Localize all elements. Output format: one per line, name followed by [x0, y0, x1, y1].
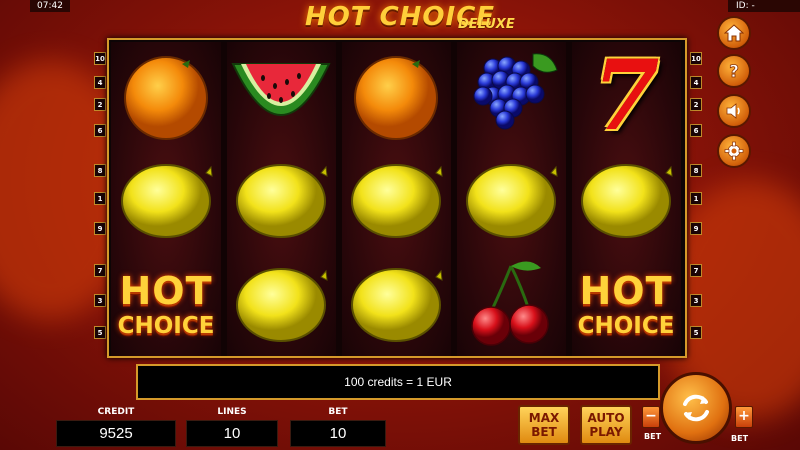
lines-value: 10 — [186, 420, 278, 447]
payline-1-indicator[interactable]: 1 — [94, 192, 106, 205]
info-bar: 100 credits = 1 EUR — [136, 364, 660, 400]
reel-separator — [336, 42, 342, 356]
logo-subtitle: DELUXE — [458, 17, 515, 32]
lines-label: LINES — [217, 407, 247, 417]
max-bet-line2: BET — [531, 425, 557, 439]
home-button[interactable] — [717, 16, 751, 50]
payline-6-indicator[interactable]: 6 — [690, 124, 702, 137]
payline-10-indicator[interactable]: 10 — [690, 52, 702, 65]
bet-minus-button[interactable]: − — [642, 406, 660, 428]
spin-button[interactable] — [660, 372, 732, 444]
session-id: ID: - — [728, 0, 800, 12]
help-icon: ? — [729, 62, 740, 81]
payline-indicators-right: 10 4 2 6 8 1 9 7 3 5 — [690, 40, 704, 356]
payline-9-indicator[interactable]: 9 — [690, 222, 702, 235]
lemon-symbol — [341, 148, 451, 252]
bet-value: 10 — [290, 420, 386, 447]
hot-choice-line1: HOT — [119, 269, 213, 313]
orange-symbol — [111, 44, 221, 148]
payline-8-indicator[interactable]: 8 — [94, 164, 106, 177]
payline-3-indicator[interactable]: 3 — [94, 294, 106, 307]
payline-7-indicator[interactable]: 7 — [94, 264, 106, 277]
grapes-symbol — [456, 44, 566, 148]
reel-separator — [566, 42, 572, 356]
reel-separator — [221, 42, 227, 356]
reel-5: 7 HOT CHOICE — [571, 42, 681, 356]
payline-4-indicator[interactable]: 4 — [94, 76, 106, 89]
sound-icon — [726, 103, 740, 119]
payline-2-indicator[interactable]: 2 — [94, 98, 106, 111]
svg-text:?: ? — [729, 62, 739, 81]
lemon-symbol — [571, 148, 681, 252]
payline-4-indicator[interactable]: 4 — [690, 76, 702, 89]
credit-value: 9525 — [56, 420, 176, 447]
seven-symbol: 7 — [571, 44, 681, 148]
bet-minus-label: BET — [644, 432, 662, 441]
payline-7-indicator[interactable]: 7 — [690, 264, 702, 277]
auto-play-line2: PLAY — [589, 425, 623, 439]
payline-5-indicator[interactable]: 5 — [94, 326, 106, 339]
lemon-symbol — [226, 148, 336, 252]
auto-play-button[interactable]: AUTO PLAY — [580, 405, 632, 445]
reel-4 — [456, 42, 566, 356]
clock: 07:42 — [30, 0, 70, 12]
payline-6-indicator[interactable]: 6 — [94, 124, 106, 137]
payline-9-indicator[interactable]: 9 — [94, 222, 106, 235]
payline-5-indicator[interactable]: 5 — [690, 326, 702, 339]
settings-button[interactable] — [717, 134, 751, 168]
bet-plus-button[interactable]: + — [735, 406, 753, 428]
payline-2-indicator[interactable]: 2 — [690, 98, 702, 111]
game-logo: HOT CHOICE DELUXE — [280, 0, 520, 40]
reel-separator — [451, 42, 457, 356]
watermelon-symbol — [226, 44, 336, 148]
lemon-symbol — [226, 252, 336, 356]
hot-choice-line2: CHOICE — [577, 313, 675, 339]
payline-10-indicator[interactable]: 10 — [94, 52, 106, 65]
max-bet-button[interactable]: MAX BET — [518, 405, 570, 445]
sound-button[interactable] — [717, 94, 751, 128]
reel-3 — [341, 42, 451, 356]
payline-1-indicator[interactable]: 1 — [690, 192, 702, 205]
hot-choice-line1: HOT — [579, 269, 673, 313]
lemon-symbol — [341, 252, 451, 356]
spin-arrows-icon — [683, 394, 709, 422]
auto-play-line1: AUTO — [587, 411, 625, 425]
cherries-symbol — [456, 252, 566, 356]
settings-icon — [724, 141, 744, 161]
hot-choice-symbol: HOT CHOICE — [571, 252, 681, 356]
bet-label: BET — [328, 407, 348, 417]
seven-glyph: 7 — [592, 39, 660, 152]
lemon-symbol — [456, 148, 566, 252]
payline-3-indicator[interactable]: 3 — [690, 294, 702, 307]
reel-area: HOT CHOICE 7 HOT CHOICE — [107, 38, 687, 358]
reel-2 — [226, 42, 336, 356]
hot-choice-line2: CHOICE — [117, 313, 215, 339]
bet-plus-label: BET — [731, 434, 749, 443]
reel-1: HOT CHOICE — [111, 42, 221, 356]
orange-symbol — [341, 44, 451, 148]
lemon-symbol — [111, 148, 221, 252]
help-button[interactable]: ? — [717, 54, 751, 88]
hot-choice-symbol: HOT CHOICE — [111, 252, 221, 356]
payline-8-indicator[interactable]: 8 — [690, 164, 702, 177]
home-icon — [724, 24, 744, 42]
max-bet-line1: MAX — [528, 411, 560, 425]
payline-indicators-left: 10 4 2 6 8 1 9 7 3 5 — [94, 40, 108, 356]
credit-label: CREDIT — [97, 407, 135, 417]
